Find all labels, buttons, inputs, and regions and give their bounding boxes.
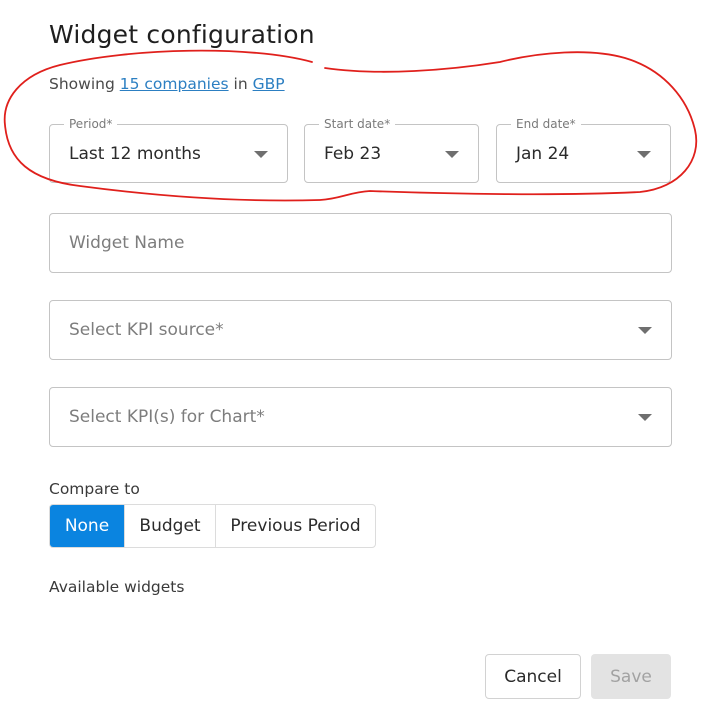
- start-date-value: Feb 23: [324, 143, 382, 164]
- kpi-chart-select[interactable]: Select KPI(s) for Chart*: [49, 387, 672, 447]
- scope-summary: Showing 15 companies in GBP: [49, 75, 285, 93]
- compare-toggle-group: None Budget Previous Period: [49, 504, 376, 548]
- dialog-title: Widget configuration: [49, 20, 315, 49]
- available-widgets-label: Available widgets: [49, 578, 185, 596]
- period-select[interactable]: Period* Last 12 months: [49, 116, 288, 183]
- cancel-button[interactable]: Cancel: [485, 654, 581, 699]
- end-date-select[interactable]: End date* Jan 24: [496, 116, 671, 183]
- chevron-down-icon: [638, 414, 652, 421]
- widget-name-placeholder: Widget Name: [69, 233, 185, 253]
- compare-option-previous-period[interactable]: Previous Period: [216, 505, 375, 547]
- widget-name-input[interactable]: Widget Name: [49, 213, 672, 273]
- chevron-down-icon: [445, 150, 459, 158]
- companies-link[interactable]: 15 companies: [120, 75, 229, 93]
- scope-connector: in: [233, 75, 248, 93]
- kpi-chart-placeholder: Select KPI(s) for Chart*: [69, 407, 265, 427]
- currency-link[interactable]: GBP: [253, 75, 285, 93]
- compare-option-budget[interactable]: Budget: [125, 505, 216, 547]
- compare-option-none[interactable]: None: [50, 505, 125, 547]
- chevron-down-icon: [637, 150, 651, 158]
- end-date-value: Jan 24: [516, 143, 570, 164]
- save-button[interactable]: Save: [591, 654, 671, 699]
- start-date-select[interactable]: Start date* Feb 23: [304, 116, 479, 183]
- compare-to-label: Compare to: [49, 480, 140, 498]
- chevron-down-icon: [254, 150, 268, 158]
- chevron-down-icon: [638, 327, 652, 334]
- scope-prefix: Showing: [49, 75, 115, 93]
- annotation-circle: [3, 49, 698, 202]
- kpi-source-select[interactable]: Select KPI source*: [49, 300, 672, 360]
- kpi-source-placeholder: Select KPI source*: [69, 320, 224, 340]
- period-value: Last 12 months: [69, 143, 201, 164]
